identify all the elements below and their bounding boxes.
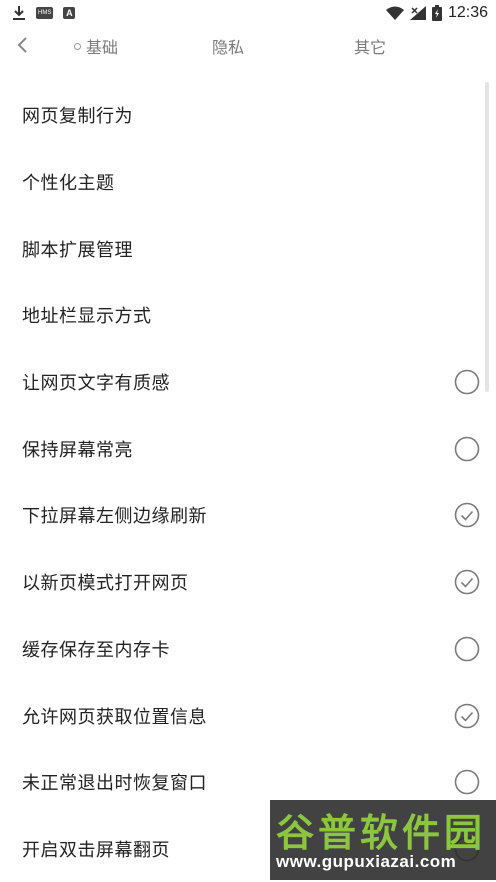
setting-label: 下拉屏幕左侧边缘刷新 [22, 506, 207, 528]
setting-text-texture[interactable]: 让网页文字有质感 [0, 349, 496, 416]
tab-header: 基础 隐私 其它 [0, 26, 496, 66]
setting-theme[interactable]: 个性化主题 [0, 149, 496, 216]
setting-label: 个性化主题 [22, 173, 115, 195]
unchecked-circle-icon[interactable] [454, 436, 480, 462]
setting-label: 开启双击屏幕翻页 [22, 839, 170, 861]
signal-off-icon [409, 6, 426, 20]
setting-new-page-mode[interactable]: 以新页模式打开网页 [0, 549, 496, 616]
a-app-icon: A [63, 7, 76, 19]
download-icon [13, 6, 25, 20]
setting-label: 允许网页获取位置信息 [22, 706, 207, 728]
setting-web-copy[interactable]: 网页复制行为 [0, 82, 496, 149]
wifi-icon [385, 6, 404, 20]
setting-keep-screen-on[interactable]: 保持屏幕常亮 [0, 415, 496, 482]
tab-privacy[interactable]: 隐私 [212, 34, 244, 58]
tab-other[interactable]: 其它 [354, 34, 386, 58]
status-left: HMS A [12, 5, 76, 21]
setting-edge-refresh[interactable]: 下拉屏幕左侧边缘刷新 [0, 482, 496, 549]
chevron-left-icon[interactable] [12, 34, 34, 56]
setting-label: 网页复制行为 [22, 106, 133, 128]
checked-circle-icon[interactable] [454, 703, 480, 729]
unchecked-circle-icon[interactable] [454, 636, 480, 662]
watermark-title: 谷普软件园 [276, 811, 487, 855]
status-bar: HMS A 12:36 [0, 0, 496, 26]
hms-icon: HMS [36, 7, 54, 19]
setting-label: 未正常退出时恢复窗口 [22, 773, 207, 795]
tab-privacy-label: 隐私 [212, 38, 245, 57]
tab-basic-label: 基础 [86, 38, 119, 57]
setting-cache-sdcard[interactable]: 缓存保存至内存卡 [0, 616, 496, 683]
setting-label: 保持屏幕常亮 [22, 439, 133, 461]
checked-circle-icon[interactable] [454, 569, 480, 595]
active-tab-dot [74, 43, 81, 50]
setting-label: 脚本扩展管理 [22, 239, 133, 261]
unchecked-circle-icon[interactable] [454, 369, 480, 395]
watermark: 谷普软件园 www.gupuxiazai.com [270, 800, 496, 880]
tab-other-label: 其它 [354, 38, 387, 57]
setting-label: 让网页文字有质感 [22, 373, 170, 395]
setting-allow-location[interactable]: 允许网页获取位置信息 [0, 682, 496, 749]
setting-label: 以新页模式打开网页 [22, 573, 189, 595]
setting-script-extensions[interactable]: 脚本扩展管理 [0, 215, 496, 282]
tab-basic[interactable]: 基础 [74, 34, 118, 58]
setting-label: 地址栏显示方式 [22, 306, 152, 328]
settings-list: 网页复制行为 个性化主题 脚本扩展管理 地址栏显示方式 让网页文字有质感 保持屏… [0, 82, 496, 882]
watermark-url: www.gupuxiazai.com [276, 852, 457, 871]
scrollbar[interactable] [485, 82, 489, 392]
setting-address-bar[interactable]: 地址栏显示方式 [0, 282, 496, 349]
battery-charging-icon [431, 5, 442, 21]
status-time: 12:36 [447, 4, 488, 21]
status-right: 12:36 [385, 4, 488, 22]
checked-circle-icon[interactable] [454, 502, 480, 528]
setting-label: 缓存保存至内存卡 [22, 639, 170, 661]
unchecked-circle-icon[interactable] [454, 769, 480, 795]
